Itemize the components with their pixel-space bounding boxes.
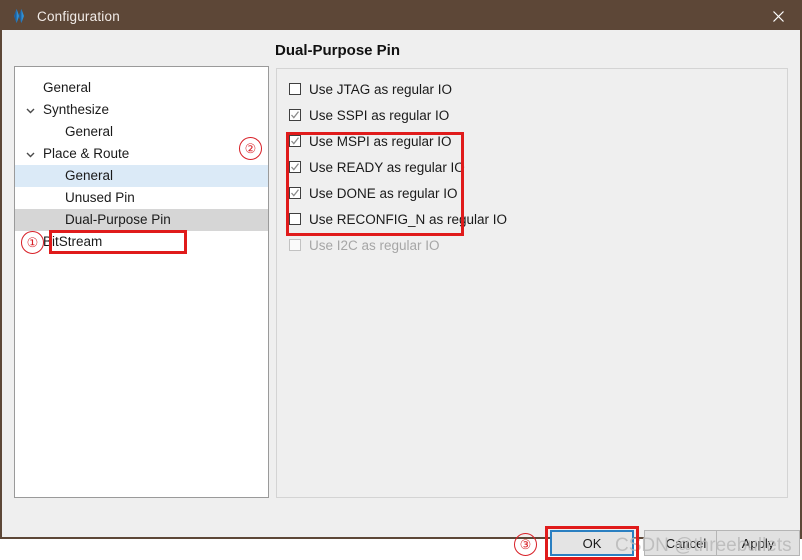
checkbox-row-use-i2c-as-regular-io: Use I2C as regular IO <box>289 235 440 255</box>
tree-item-place-route[interactable]: Place & Route <box>15 143 268 165</box>
checkbox-unchecked-icon <box>289 239 301 251</box>
tree-item-label: General <box>43 80 92 95</box>
checkbox-checked-icon[interactable] <box>289 161 301 173</box>
dual-purpose-pin-group: Use JTAG as regular IO Use SSPI as regula… <box>276 68 788 498</box>
cancel-button-label: Cancel <box>665 535 707 551</box>
dialog-body: General Synthesize General Place & Route Gen… <box>2 30 800 560</box>
checkbox-checked-icon[interactable] <box>289 135 301 147</box>
checkbox-label: Use DONE as regular IO <box>309 185 458 201</box>
tree-item-label: Synthesize <box>43 102 110 117</box>
checkbox-row-use-reconfig-n-as-regular-io[interactable]: Use RECONFIG_N as regular IO <box>289 209 507 229</box>
gowin-diamond-icon <box>9 6 29 26</box>
tree-item-bitstream[interactable]: BitStream <box>15 231 268 253</box>
tree-item-general[interactable]: General <box>15 77 268 99</box>
checkbox-checked-icon[interactable] <box>289 109 301 121</box>
tree-item-unused-pin[interactable]: Unused Pin <box>15 187 268 209</box>
checkbox-checked-icon[interactable] <box>289 187 301 199</box>
checkbox-row-use-done-as-regular-io[interactable]: Use DONE as regular IO <box>289 183 458 203</box>
tree-item-label: Unused Pin <box>65 190 135 205</box>
tree-item-synthesize[interactable]: Synthesize <box>15 99 268 121</box>
checkbox-label: Use READY as regular IO <box>309 159 465 175</box>
apply-button[interactable]: Apply <box>716 530 800 556</box>
chevron-down-icon[interactable] <box>23 143 37 165</box>
ok-button-label: OK <box>582 535 602 551</box>
checkbox-row-use-sspi-as-regular-io[interactable]: Use SSPI as regular IO <box>289 105 449 125</box>
checkbox-unchecked-icon[interactable] <box>289 83 301 95</box>
checkbox-label: Use I2C as regular IO <box>309 237 440 253</box>
tree-item-label: BitStream <box>43 234 103 249</box>
checkbox-row-use-jtag-as-regular-io[interactable]: Use JTAG as regular IO <box>289 79 452 99</box>
ok-button[interactable]: OK <box>550 530 634 556</box>
close-icon[interactable] <box>756 2 800 30</box>
chevron-down-icon[interactable] <box>23 99 37 121</box>
page-title: Dual-Purpose Pin <box>275 42 401 59</box>
checkbox-label: Use MSPI as regular IO <box>309 133 452 149</box>
checkbox-label: Use RECONFIG_N as regular IO <box>309 211 508 227</box>
settings-tree[interactable]: General Synthesize General Place & Route Gen… <box>14 66 269 498</box>
annotation-marker-3: ③ <box>514 533 537 556</box>
tree-item-label: Place & Route <box>43 146 130 161</box>
title-bar: Configuration <box>2 2 800 30</box>
checkbox-row-use-mspi-as-regular-io[interactable]: Use MSPI as regular IO <box>289 131 452 151</box>
tree-item-label: General <box>65 168 114 183</box>
checkbox-label: Use JTAG as regular IO <box>309 81 453 97</box>
tree-item-label: General <box>65 124 114 139</box>
apply-button-label: Apply <box>741 535 775 551</box>
tree-item-dual-purpose-pin[interactable]: Dual-Purpose Pin <box>15 209 268 231</box>
tree-item-general[interactable]: General <box>15 121 268 143</box>
checkbox-row-use-ready-as-regular-io[interactable]: Use READY as regular IO <box>289 157 465 177</box>
window-title: Configuration <box>37 8 120 24</box>
tree-item-general[interactable]: General <box>15 165 268 187</box>
tree-item-label: Dual-Purpose Pin <box>65 212 171 227</box>
configuration-dialog: Configuration General Synthesize General Pl… <box>0 0 802 560</box>
checkbox-label: Use SSPI as regular IO <box>309 107 450 123</box>
checkbox-unchecked-icon[interactable] <box>289 213 301 225</box>
